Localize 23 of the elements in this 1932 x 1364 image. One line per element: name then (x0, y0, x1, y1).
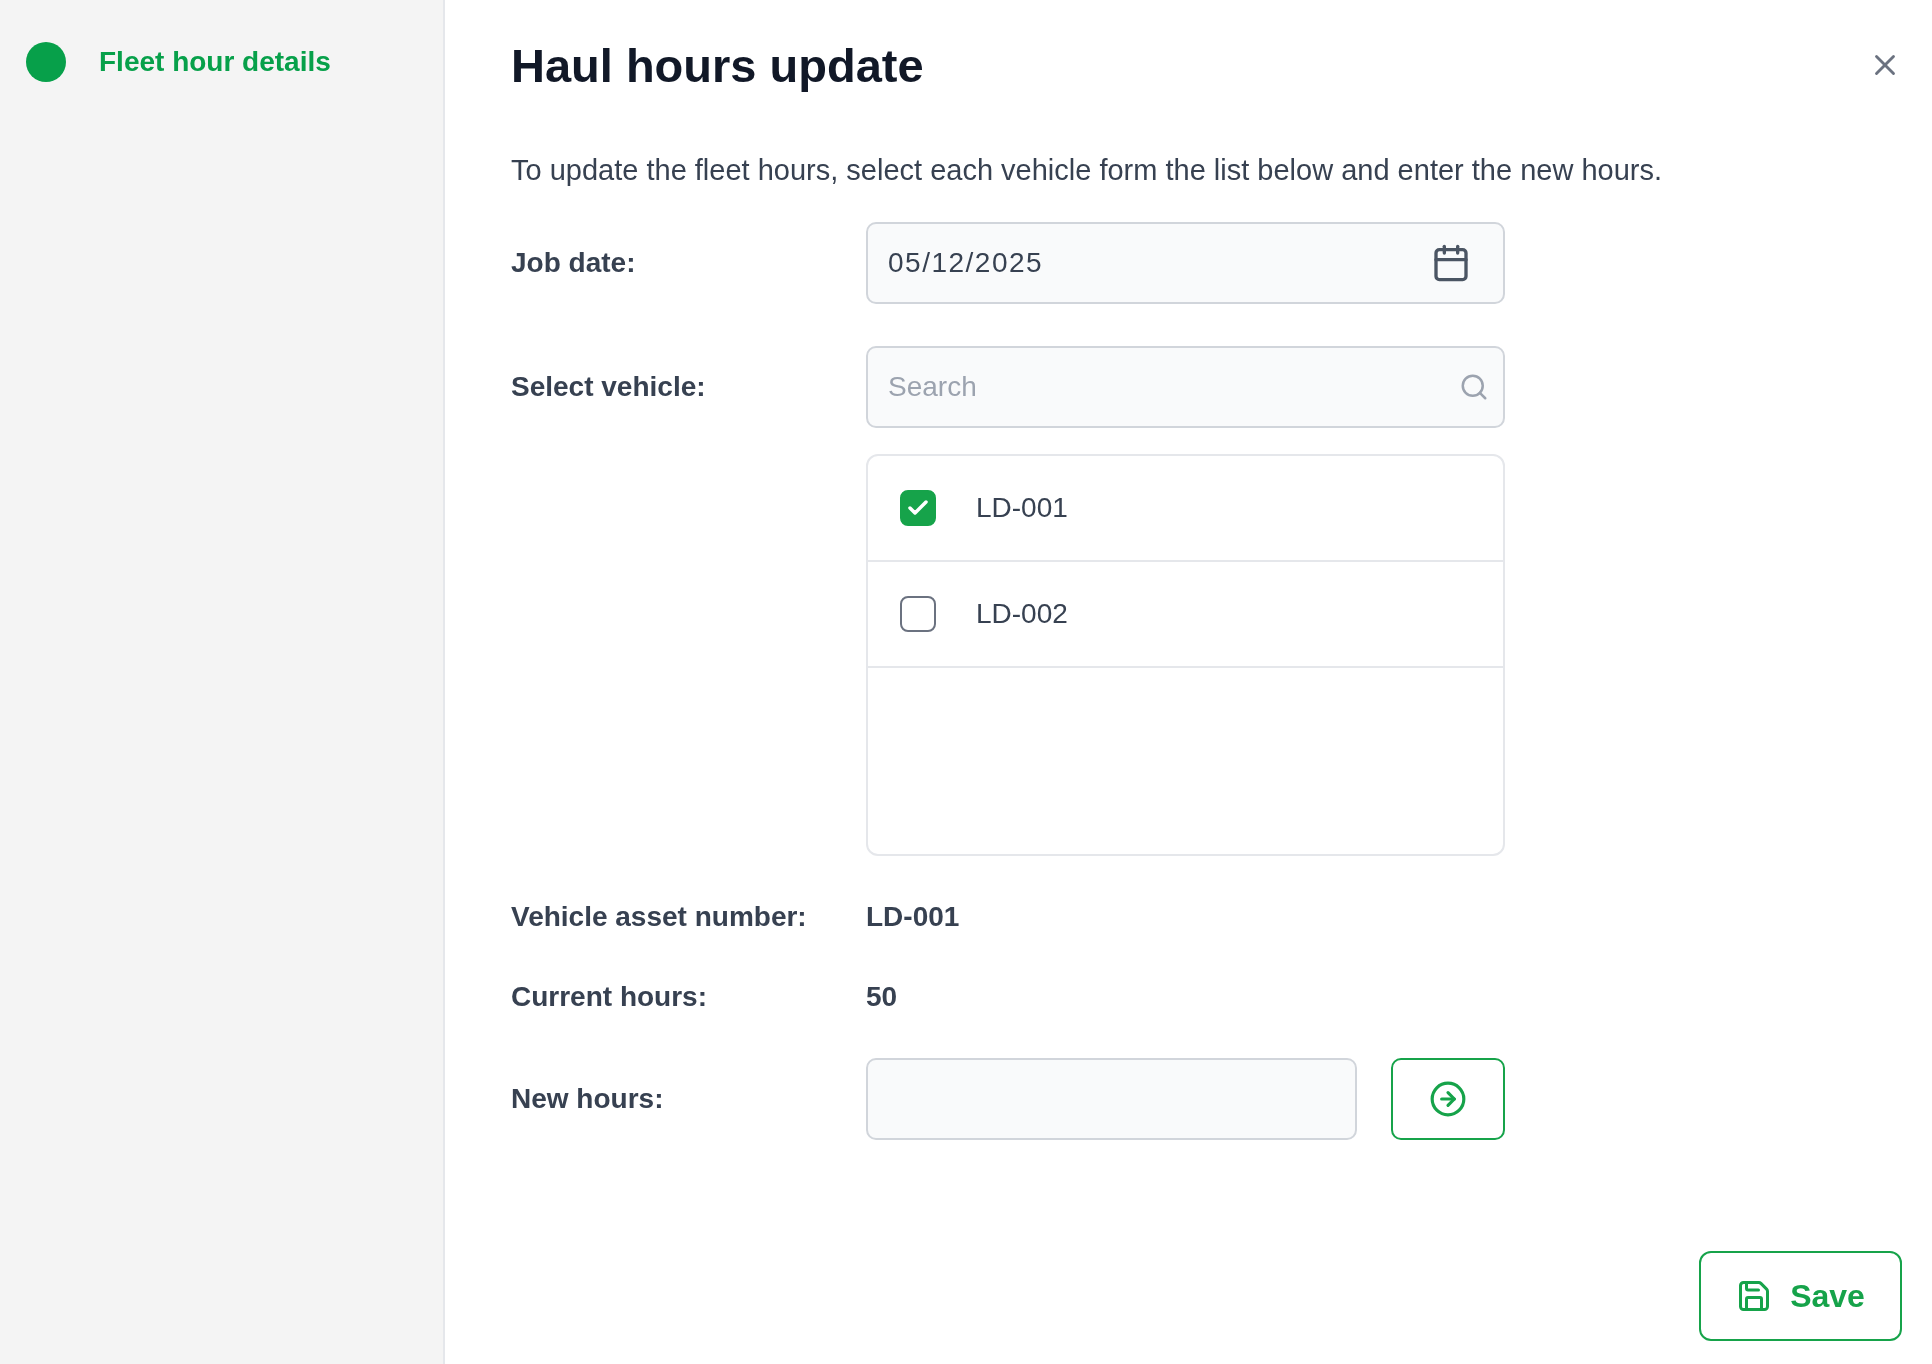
hours-input[interactable] (866, 1058, 1357, 1140)
description-text: To update the fleet hours, select each vehicle form the list below and enter the new hours. (511, 153, 1662, 188)
field-label: Vehicle asset number: (511, 900, 807, 934)
save-button[interactable]: Save (1699, 1251, 1902, 1341)
field-label: Select vehicle: (511, 370, 706, 404)
calendar-icon[interactable] (1431, 243, 1471, 283)
vehicle-label: LD-002 (976, 597, 1068, 631)
sidebar-step[interactable]: Fleet hour details (26, 42, 331, 82)
dialog-title: Haul hours update (511, 38, 924, 94)
field-label: New hours: (511, 1082, 664, 1116)
arrow-right-circle-icon (1429, 1080, 1467, 1118)
field-label: Current hours: (511, 980, 707, 1014)
date-field[interactable]: 05/12/2025 (866, 222, 1505, 304)
search-icon (1459, 372, 1489, 402)
status-dot-icon (26, 42, 66, 82)
checkbox[interactable] (900, 596, 936, 632)
submit-hours-button[interactable] (1391, 1058, 1505, 1140)
vehicle-label: LD-001 (976, 491, 1068, 525)
field-label: Job date: (511, 246, 636, 280)
field-value: LD-001 (866, 900, 960, 934)
checkbox[interactable] (900, 490, 936, 526)
search-field[interactable]: Search (866, 346, 1505, 428)
field-value: 50 (866, 980, 898, 1014)
